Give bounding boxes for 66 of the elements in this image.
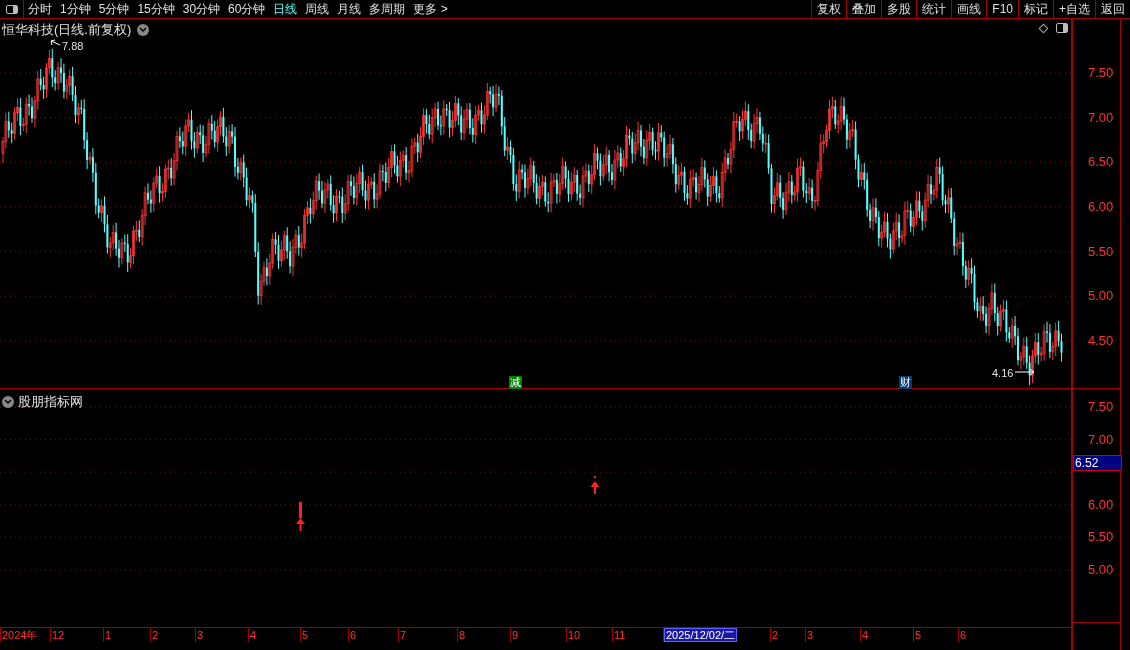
date-label: 8 <box>458 629 467 641</box>
toolbar-button[interactable]: 返回 <box>1095 0 1130 18</box>
period-tab[interactable]: 月线 <box>337 0 362 18</box>
price-axis-label: 7.50 <box>1088 65 1114 81</box>
panel-toggle-icon[interactable] <box>5 4 18 14</box>
low-arrow-icon <box>1014 368 1035 376</box>
period-tab[interactable]: 30分钟 <box>182 0 221 18</box>
price-axis-label: 7.50 <box>1088 399 1114 415</box>
toolbar-button[interactable]: F10 <box>986 0 1018 18</box>
chart-title: 恒华科技(日线.前复权) <box>2 21 132 39</box>
date-label: 9 <box>511 629 520 641</box>
date-label: 5 <box>914 629 923 641</box>
toolbar-button[interactable]: 叠加 <box>846 0 882 18</box>
period-tab[interactable]: 5分钟 <box>98 0 130 18</box>
price-axis-label: 4.50 <box>1088 332 1114 349</box>
toolbar-button[interactable]: 画线 <box>951 0 987 18</box>
date-label: 11 <box>613 629 627 641</box>
date-label: 2 <box>151 629 160 641</box>
period-tab[interactable]: 分时 <box>28 0 52 18</box>
dropdown-icon[interactable] <box>2 395 14 408</box>
date-label: 10 <box>567 629 582 641</box>
high-price-label: 7.88 <box>62 39 84 54</box>
price-axis-label: 5.50 <box>1088 243 1114 260</box>
price-axis-label: 7.00 <box>1088 431 1114 448</box>
event-marker[interactable]: 减 <box>509 376 522 389</box>
date-label: 4 <box>861 629 870 641</box>
toolbar-button[interactable]: +自选 <box>1053 0 1095 18</box>
toolbar-button[interactable]: 复权 <box>811 0 847 18</box>
period-tab[interactable]: 1分钟 <box>60 0 91 18</box>
period-tab[interactable]: 多周期 <box>369 0 406 18</box>
price-axis-label: 5.50 <box>1088 529 1114 546</box>
price-axis-label: 5.00 <box>1088 288 1114 305</box>
date-label: 6 <box>349 629 358 641</box>
date-label: 2 <box>771 629 780 641</box>
current-value-label: 6.52 <box>1073 455 1122 471</box>
toolbar-button[interactable]: 统计 <box>916 0 952 18</box>
panel-toggle-icon[interactable] <box>1056 23 1068 33</box>
period-tab[interactable]: 15分钟 <box>137 0 175 18</box>
indicator-title: 股朋指标网 <box>18 393 83 411</box>
toolbar-button[interactable]: 多股 <box>881 0 917 18</box>
date-label: 2024年 <box>1 629 39 641</box>
period-tab[interactable]: 60分钟 <box>228 0 266 18</box>
period-tab[interactable]: 更多 > <box>413 0 448 18</box>
toolbar-button[interactable]: 标记 <box>1018 0 1053 18</box>
buy-arrow-icon <box>296 502 305 531</box>
price-axis-label: 7.00 <box>1088 109 1114 126</box>
buy-arrow-icon <box>590 476 600 494</box>
price-axis-label: 6.50 <box>1088 154 1114 171</box>
high-pointer-icon <box>50 39 61 46</box>
period-tab[interactable]: 周线 <box>305 0 330 18</box>
date-label: 3 <box>806 629 815 641</box>
price-axis-label: 6.00 <box>1088 198 1114 215</box>
date-label: 5 <box>301 629 310 641</box>
date-label: 12 <box>51 629 66 641</box>
date-label: 3 <box>196 629 205 641</box>
event-marker[interactable]: 财 <box>899 376 912 389</box>
date-label: 4 <box>249 629 258 641</box>
low-price-label: 4.16 <box>992 366 1014 381</box>
price-axis-label: 5.00 <box>1088 562 1114 578</box>
date-label: 7 <box>399 629 408 641</box>
date-label: 6 <box>959 629 968 641</box>
period-tab[interactable]: 日线 <box>273 0 298 18</box>
dropdown-icon[interactable] <box>137 23 150 36</box>
date-label: 2025/12/02/二 <box>664 628 738 642</box>
price-axis-label: 6.00 <box>1088 496 1114 513</box>
date-label: 1 <box>104 629 113 641</box>
